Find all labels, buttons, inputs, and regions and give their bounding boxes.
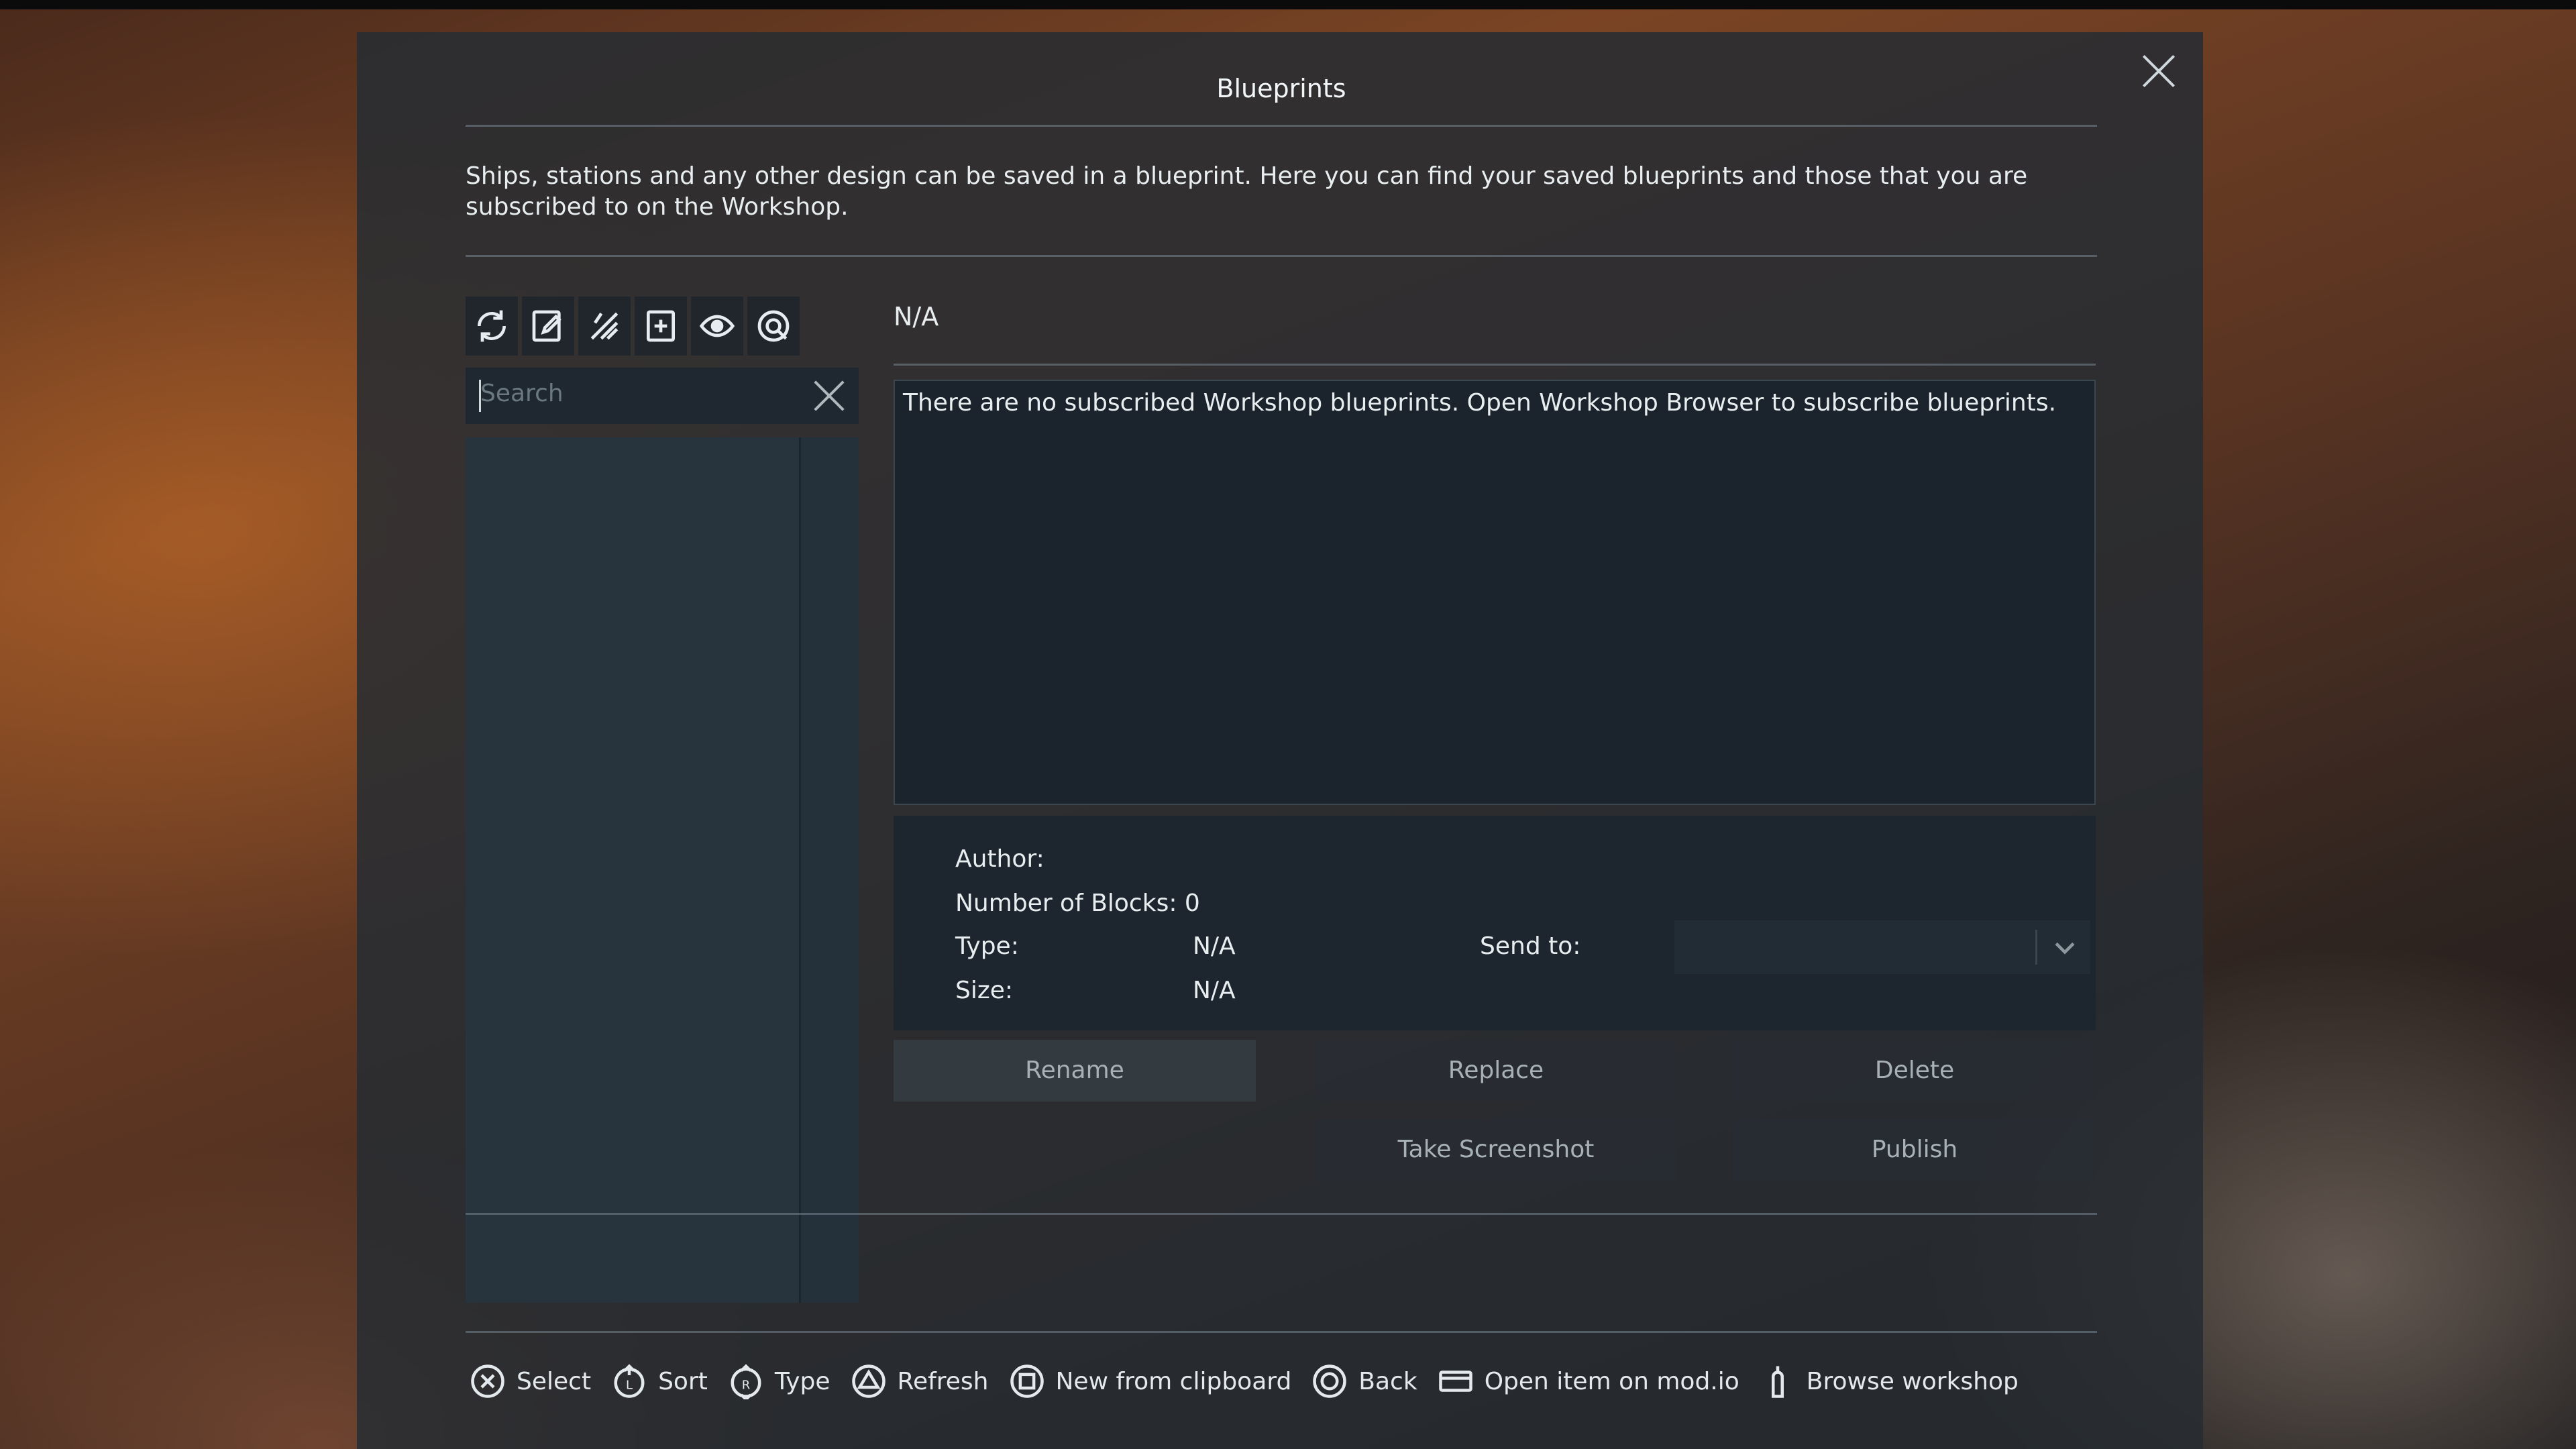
hint-new-from-clipboard[interactable]: New from clipboard	[1009, 1363, 1292, 1399]
hints-divider	[466, 1331, 2097, 1333]
hint-label: Browse workshop	[1806, 1367, 2019, 1395]
hint-label: Back	[1358, 1367, 1417, 1395]
triangle-button-icon	[851, 1364, 885, 1398]
edit-blueprint-icon[interactable]	[522, 297, 574, 356]
hint-label: Sort	[658, 1367, 708, 1395]
size-label: Size:	[955, 977, 1014, 1004]
author-label: Author:	[955, 845, 1044, 873]
blueprint-description-box: There are no subscribed Workshop bluepri…	[894, 380, 2096, 805]
sendto-label: Send to:	[1480, 932, 1581, 960]
size-value: N/A	[1193, 977, 1236, 1004]
square-button-icon	[1010, 1364, 1044, 1398]
name-divider	[894, 364, 2096, 366]
blocks-count: Number of Blocks: 0	[955, 890, 1200, 917]
rename-button[interactable]: Rename	[894, 1040, 1256, 1102]
controller-hints: Select L Sort R Type Refresh New from cl…	[470, 1358, 2019, 1405]
blueprint-name: N/A	[894, 302, 939, 331]
publish-button[interactable]: Publish	[1733, 1119, 2096, 1181]
type-label: Type:	[955, 932, 1019, 960]
right-stick-icon: R	[731, 1364, 761, 1399]
actions-divider	[466, 1213, 2097, 1215]
search-field[interactable]: Search	[466, 368, 859, 424]
hint-label: Open item on mod.io	[1484, 1367, 1739, 1395]
svg-text:R: R	[742, 1378, 751, 1392]
dropdown-separator	[2035, 930, 2037, 965]
hint-label: Select	[517, 1367, 592, 1395]
hint-label: New from clipboard	[1055, 1367, 1292, 1395]
description-divider	[466, 255, 2097, 257]
close-icon[interactable]	[2141, 54, 2176, 89]
hint-label: Refresh	[897, 1367, 989, 1395]
type-value: N/A	[1193, 932, 1236, 960]
dialog-title: Blueprints	[1216, 74, 1346, 103]
hint-open-mod-io[interactable]: Open item on mod.io	[1438, 1363, 1739, 1399]
clear-search-icon[interactable]	[812, 378, 847, 413]
replace-button[interactable]: Replace	[1315, 1040, 1677, 1102]
left-stick-icon: L	[614, 1364, 645, 1398]
svg-text:L: L	[626, 1378, 633, 1392]
hint-sort[interactable]: L Sort	[611, 1363, 708, 1399]
workshop-icon[interactable]	[747, 297, 800, 356]
clear-icon[interactable]	[578, 297, 631, 356]
touchpad-icon	[1438, 1371, 1472, 1392]
blueprint-toolbar	[466, 297, 800, 357]
trigger-icon	[1771, 1366, 1784, 1398]
take-screenshot-button[interactable]: Take Screenshot	[1315, 1119, 1677, 1181]
refresh-icon[interactable]	[466, 297, 518, 356]
delete-button[interactable]: Delete	[1733, 1040, 2096, 1102]
hint-select[interactable]: Select	[470, 1363, 591, 1399]
new-blueprint-icon[interactable]	[635, 297, 687, 356]
hint-refresh[interactable]: Refresh	[851, 1363, 989, 1399]
title-divider	[466, 125, 2097, 127]
hint-browse-workshop[interactable]: Browse workshop	[1760, 1363, 2019, 1399]
blueprint-description: There are no subscribed Workshop bluepri…	[903, 389, 2057, 417]
dialog-description: Ships, stations and any other design can…	[466, 162, 2028, 221]
eye-icon[interactable]	[691, 297, 743, 356]
hint-label: Type	[774, 1367, 830, 1395]
top-letterbox	[0, 0, 2576, 9]
blueprint-list[interactable]	[466, 437, 859, 1303]
list-scrollbar[interactable]	[799, 437, 859, 1303]
hint-type[interactable]: R Type	[728, 1363, 830, 1399]
circle-button-icon	[1313, 1364, 1347, 1398]
sendto-dropdown[interactable]	[1674, 920, 2090, 974]
chevron-down-icon	[2055, 942, 2075, 955]
hint-back[interactable]: Back	[1311, 1363, 1417, 1399]
cross-button-icon	[471, 1364, 504, 1398]
search-placeholder: Search	[480, 380, 564, 407]
